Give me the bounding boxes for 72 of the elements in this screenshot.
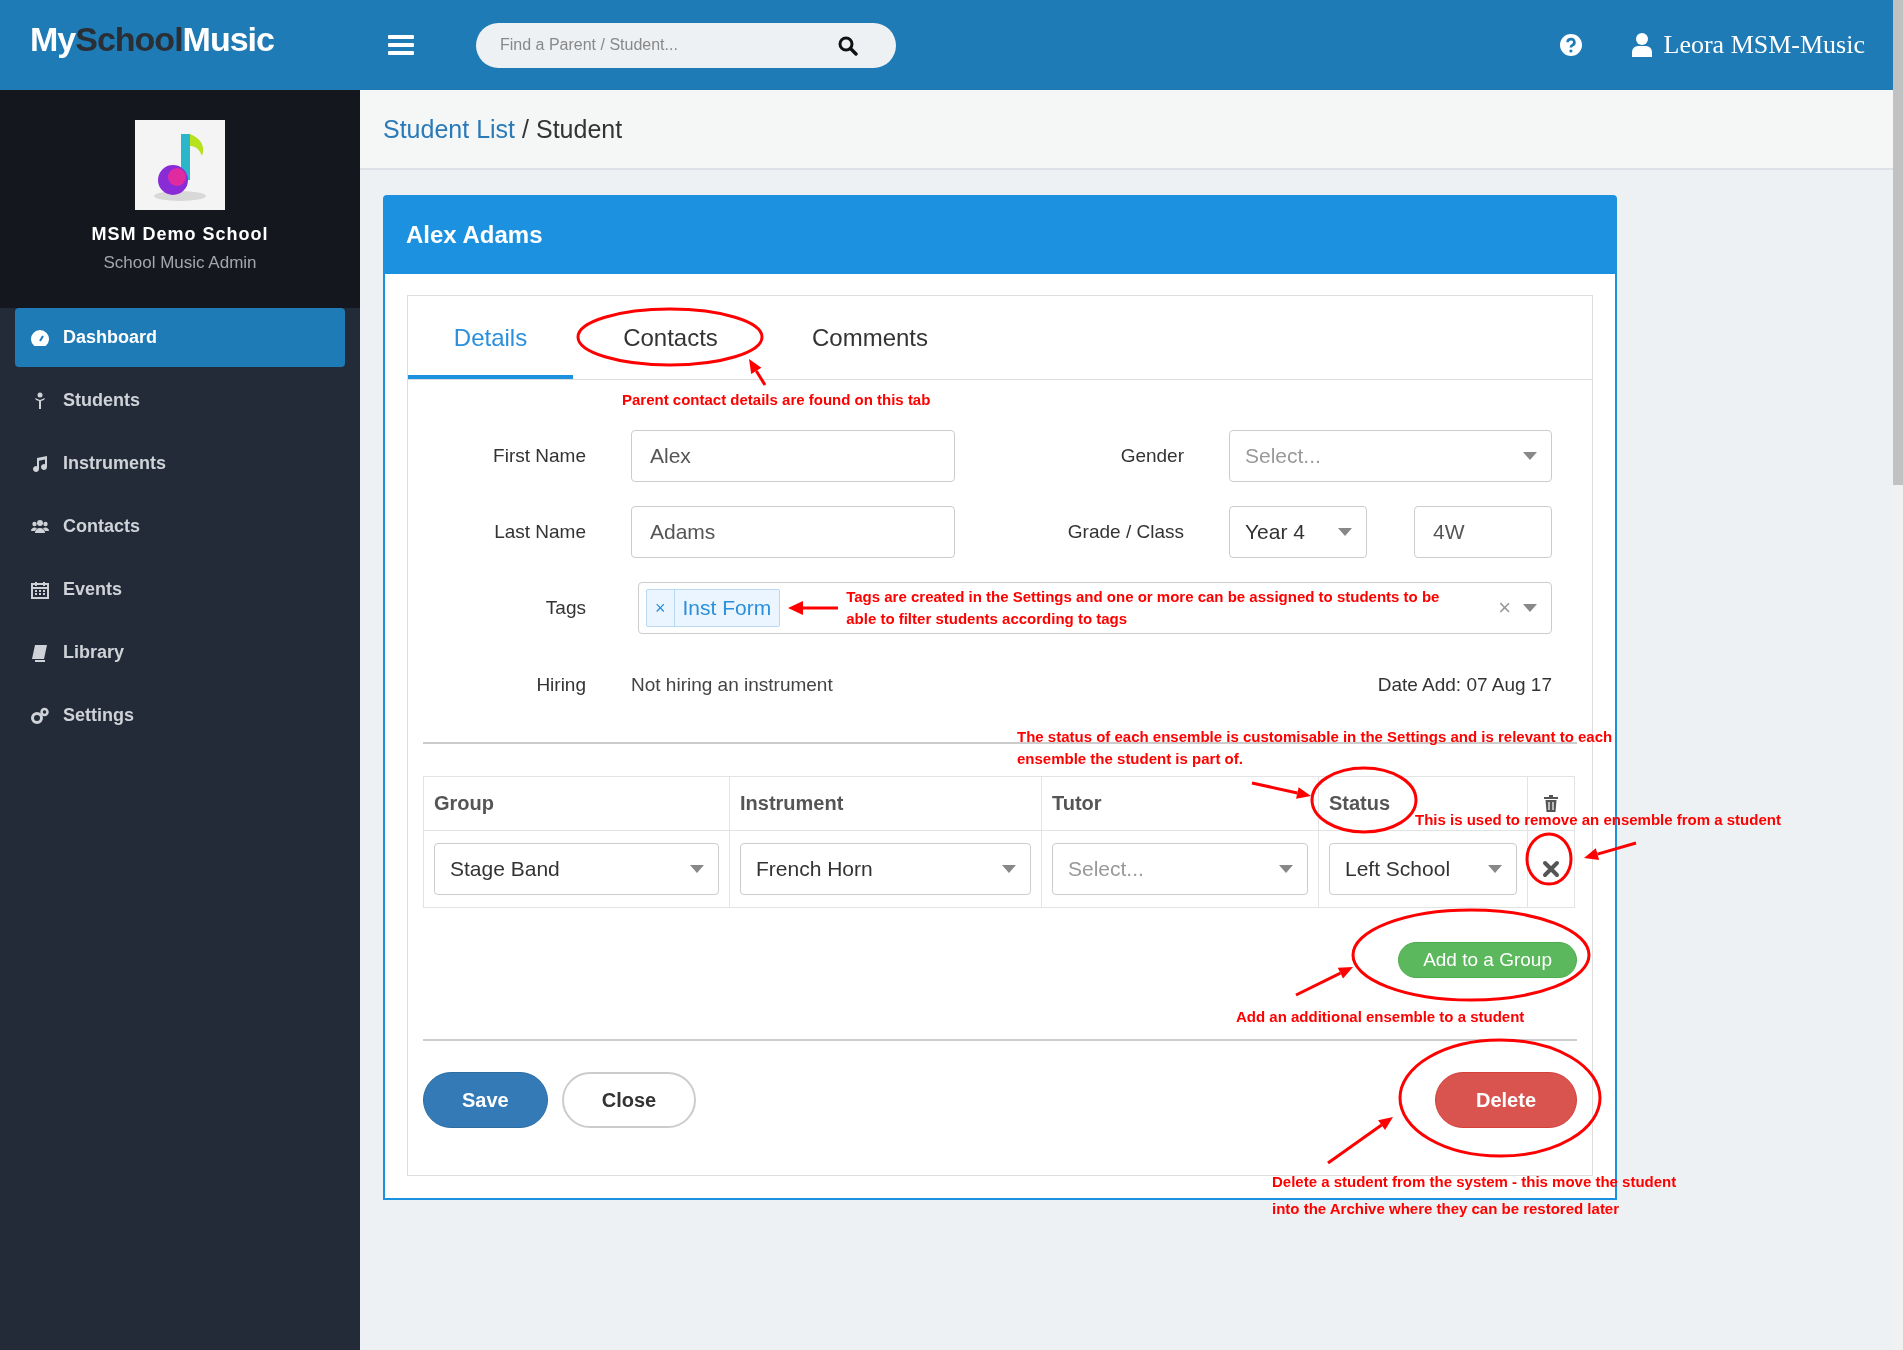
column-header: Tutor: [1052, 792, 1102, 814]
sidebar-item[interactable]: Students: [15, 371, 345, 430]
caret-icon: [1338, 528, 1352, 536]
caret-icon: [1523, 604, 1537, 612]
annotation-arrow: [1327, 1117, 1393, 1165]
dropdown[interactable]: French Horn: [740, 843, 1031, 895]
user-name[interactable]: Leora MSM-Music: [1663, 30, 1865, 60]
logo: MySchoolMusic: [29, 19, 275, 59]
field-value: Not hiring an instrument: [631, 674, 834, 696]
caret-icon: [1279, 865, 1293, 873]
close-button[interactable]: Close: [561, 1072, 697, 1128]
caret-icon: [1488, 865, 1502, 873]
remove-button[interactable]: [1540, 858, 1562, 880]
caret-icon: [690, 865, 704, 873]
field-label: Grade / Class: [1066, 521, 1184, 543]
annotation-note: The status of each ensemble is customisable in the Settings and is relevant to each ensemble the student is part of.: [1017, 727, 1614, 769]
annotation-arrow: [749, 359, 767, 386]
sidebar-item[interactable]: Library: [15, 623, 345, 682]
annotation-arrow: [1584, 841, 1637, 860]
tag-label: Inst Form: [681, 595, 773, 621]
school-name: MSM Demo School: [91, 224, 269, 245]
column-header: Group: [434, 792, 494, 814]
help-icon[interactable]: [1559, 34, 1582, 56]
annotation-note: Tags are created in the Settings and one or more can be assigned to students to be able to filter students according to tags: [846, 587, 1441, 629]
annotation-arrow: [1295, 967, 1353, 997]
column-header: Status: [1329, 792, 1391, 814]
dropdown[interactable]: Left School: [1329, 843, 1517, 895]
sidebar-item[interactable]: Settings: [15, 686, 345, 745]
users-icon: [31, 517, 49, 536]
field-label: Last Name: [493, 521, 586, 543]
calendar-icon: [31, 580, 49, 599]
dropdown[interactable]: Year 4: [1229, 506, 1367, 558]
breadcrumb-separator: /: [522, 114, 529, 144]
close-icon: [1540, 858, 1562, 880]
field-label: Hiring: [535, 674, 586, 696]
field-label: First Name: [492, 445, 586, 467]
field-label: Tags: [544, 597, 586, 619]
delete-button[interactable]: Delete: [1434, 1072, 1577, 1128]
annotation-arrow: [1251, 781, 1311, 799]
text-field[interactable]: 4W: [1414, 506, 1552, 558]
music-note-icon: [31, 454, 49, 473]
sidebar-item[interactable]: Contacts: [15, 497, 345, 556]
card-title: Alex Adams: [406, 220, 543, 249]
date-added: Date Add: 07 Aug 17: [1376, 674, 1552, 696]
caret-icon: [1523, 452, 1537, 460]
annotation-note: Parent contact details are found on this tab: [622, 390, 932, 410]
annotation-note: Add an additional ensemble to a student: [1236, 1007, 1526, 1027]
menu-button[interactable]: [388, 35, 414, 55]
breadcrumb-link[interactable]: Student List: [383, 114, 516, 144]
search-field[interactable]: Find a Parent / Student...: [476, 22, 896, 68]
text-field[interactable]: Alex: [631, 430, 955, 482]
tab[interactable]: Comments: [768, 296, 972, 379]
sidebar-item[interactable]: Dashboard: [15, 308, 345, 367]
annotation-arrow: [788, 601, 839, 615]
column-header: Instrument: [740, 792, 844, 814]
tab[interactable]: Contacts: [573, 296, 768, 379]
caret-icon: [1002, 865, 1016, 873]
text-field[interactable]: Adams: [631, 506, 955, 558]
sidebar-item[interactable]: Instruments: [15, 434, 345, 493]
dashboard-icon: [31, 328, 49, 347]
gears-icon: [31, 706, 49, 725]
field-label: Gender: [1119, 445, 1184, 467]
sidebar-item[interactable]: Events: [15, 560, 345, 619]
dropdown[interactable]: Stage Band: [434, 843, 719, 895]
user-icon: [1631, 33, 1652, 57]
search-icon[interactable]: [838, 35, 858, 56]
book-icon: [31, 643, 49, 662]
trash-icon: [1544, 795, 1558, 812]
user-role: School Music Admin: [103, 253, 257, 273]
save-button[interactable]: Save: [423, 1072, 548, 1128]
annotation-ellipse: [1525, 832, 1573, 886]
breadcrumb-current: Student: [536, 114, 623, 144]
